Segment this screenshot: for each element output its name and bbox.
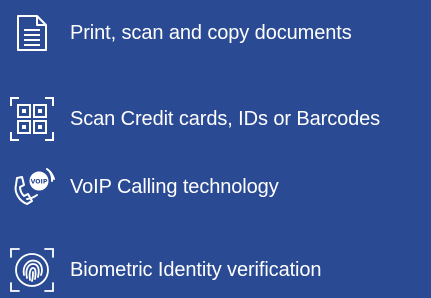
feature-label: Scan Credit cards, IDs or Barcodes <box>70 108 381 130</box>
feature-label: Biometric Identity verification <box>70 259 322 281</box>
fingerprint-icon <box>4 246 60 294</box>
feature-label: VoIP Calling technology <box>70 176 279 198</box>
feature-list: Print, scan and copy documents Scan Cred… <box>0 0 431 298</box>
voip-phone-icon: VOIP <box>4 163 60 211</box>
feature-item-voip-calling: VOIP VoIP Calling technology <box>0 163 431 211</box>
feature-label: Print, scan and copy documents <box>70 22 352 44</box>
feature-item-print-scan-copy: Print, scan and copy documents <box>0 9 431 57</box>
feature-item-biometric: Biometric Identity verification <box>0 246 431 294</box>
qr-code-icon <box>4 95 60 143</box>
document-icon <box>4 9 60 57</box>
feature-item-scan-cards: Scan Credit cards, IDs or Barcodes <box>0 95 431 143</box>
svg-text:VOIP: VOIP <box>31 178 48 185</box>
